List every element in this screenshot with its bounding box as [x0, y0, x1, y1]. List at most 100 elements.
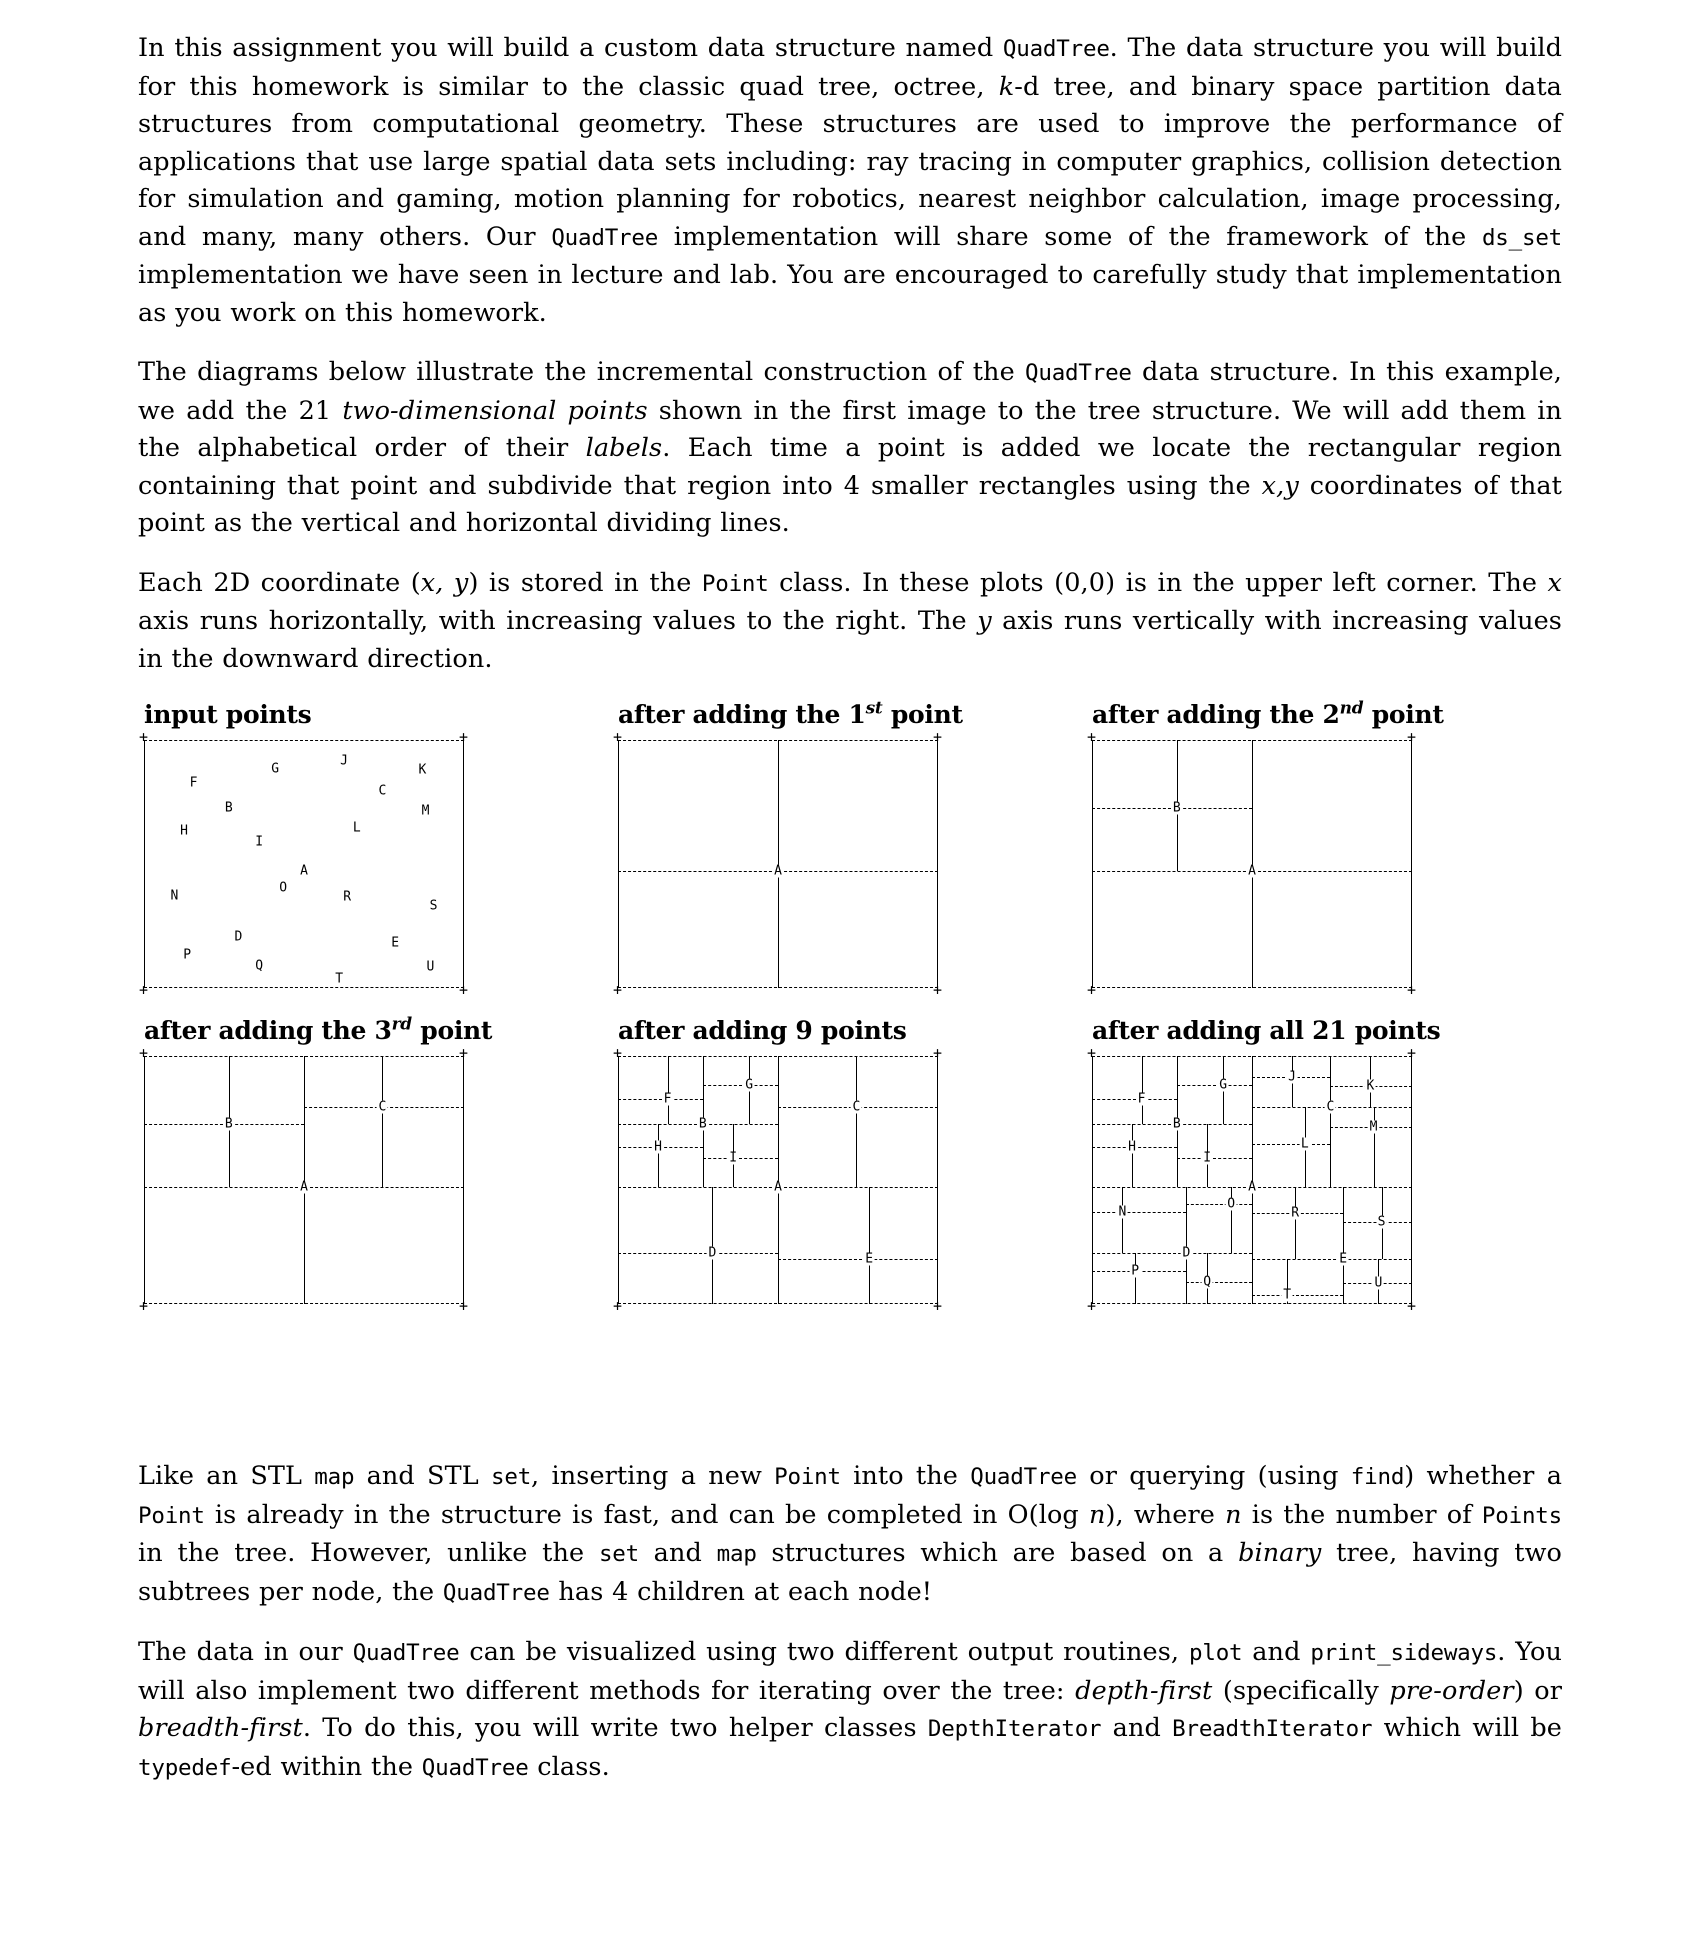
scatter-point-label-b: B — [223, 800, 234, 816]
plot-corner-tr: + — [459, 1044, 469, 1062]
quadtree-node-label-h: H — [652, 1139, 664, 1155]
scatter-point-label-f: F — [188, 775, 199, 791]
emphasis-span: k — [998, 71, 1015, 102]
quadtree-vertical-divider-f — [667, 1056, 669, 1125]
quadtree-node-label-b: B — [223, 1116, 235, 1132]
quadtree-horizontal-divider-n — [1092, 1212, 1187, 1214]
plot-frame-left — [618, 740, 619, 988]
figure-caption-input-points: input points — [144, 700, 312, 729]
paragraph-visualization: The data in our QuadTree can be visualiz… — [138, 1637, 1562, 1782]
emphasis-span: binary — [1238, 1538, 1322, 1568]
plot-frame-left — [144, 740, 145, 988]
quadtree-node-label-d: D — [1180, 1245, 1192, 1261]
scatter-point-label-m: M — [420, 803, 431, 819]
quadtree-node-label-h: H — [1126, 1139, 1138, 1155]
plot-corner-bl: + — [613, 1297, 623, 1315]
scatter-point-label-d: D — [233, 929, 244, 945]
quadtree-vertical-divider-h — [1132, 1124, 1133, 1188]
plot-corner-tr: + — [933, 1044, 943, 1062]
quadtree-horizontal-divider-g — [702, 1084, 778, 1086]
quadtree-node-label-e: E — [1337, 1251, 1349, 1267]
quadtree-node-label-m: M — [1368, 1119, 1380, 1135]
quadtree-horizontal-divider-g — [1176, 1084, 1252, 1086]
plot-corner-tr: + — [933, 728, 943, 746]
plot-corner-br: + — [459, 1297, 469, 1315]
caption-text-pre: after adding the 3 — [144, 1016, 392, 1045]
quadtree-node-label-n: N — [1116, 1204, 1128, 1220]
quadtree-node-label-f: F — [1136, 1091, 1148, 1107]
code-span: QuadTree — [442, 1579, 550, 1606]
quadtree-horizontal-divider-i — [702, 1157, 778, 1159]
quadtree-node-label-a: A — [1246, 1179, 1258, 1195]
figure-caption-after-9-points: after adding 9 points — [618, 1016, 907, 1045]
quadtree-vertical-divider-n — [1122, 1187, 1124, 1254]
scatter-point-label-e: E — [390, 935, 401, 951]
plot-frame-right — [463, 740, 464, 988]
scatter-point-label-p: P — [182, 947, 193, 963]
scatter-point-label-n: N — [169, 888, 180, 904]
emphasis-span: two-dimensional points — [342, 395, 648, 426]
emphasis-span: pre-order — [1389, 1675, 1514, 1706]
scatter-point-label-g: G — [270, 761, 281, 777]
quadtree-vertical-divider-e — [1343, 1187, 1345, 1304]
quadtree-horizontal-divider-l — [1252, 1144, 1331, 1146]
quadtree-horizontal-divider-q — [1186, 1281, 1252, 1283]
code-span: QuadTree — [421, 1754, 529, 1781]
plot-frame-right — [463, 1056, 464, 1304]
code-span: QuadTree — [1025, 360, 1132, 386]
plot-corner-bl: + — [1087, 981, 1097, 999]
quadtree-node-label-t: T — [1281, 1287, 1293, 1303]
code-span: Points — [1481, 1502, 1562, 1529]
code-span: map — [314, 1464, 355, 1490]
plot-input-points: + + + + A B C D E F G H I J K L M N O P Q R S T U — [139, 730, 468, 998]
plot-corner-bl: + — [139, 1297, 149, 1315]
quadtree-horizontal-divider-e — [1252, 1259, 1412, 1261]
quadtree-node-label-k: K — [1364, 1078, 1376, 1094]
plot-corner-tl: + — [1087, 728, 1097, 746]
code-span: QuadTree — [970, 1464, 1078, 1490]
figure-caption-after-1st-point: after adding the 1st point — [612, 700, 1086, 729]
figure-grid: input points + + + + A B C D E F G H I J K L M N O P Q R S… — [138, 700, 1562, 1314]
code-span: QuadTree — [352, 1640, 460, 1666]
quadtree-node-label-i: I — [727, 1150, 739, 1166]
emphasis-span: x — [1547, 567, 1562, 598]
code-span: Point — [774, 1464, 841, 1490]
plot-frame-left — [1092, 1056, 1093, 1304]
figure-after-3rd-point: after adding the 3rd point + + + + A B C — [138, 1016, 612, 1314]
plot-corner-tl: + — [139, 728, 149, 746]
plot-after-9-points: + + + + A B F G H I C D E — [613, 1046, 942, 1314]
quadtree-node-label-r: R — [1289, 1205, 1301, 1221]
plot-corner-br: + — [1407, 1297, 1417, 1315]
figure-caption-after-all-21-points: after adding all 21 points — [1092, 1016, 1441, 1045]
figure-caption-after-3rd-point: after adding the 3rd point — [138, 1016, 612, 1045]
paragraph-coordinates: Each 2D coordinate (x, y) is stored in t… — [138, 567, 1562, 674]
document-body-top: In this assignment you will build a cust… — [138, 30, 1562, 698]
plot-after-all-21-points: + + + + A B F G H I C J K L M D N O P Q E R S T U — [1087, 1046, 1416, 1314]
quadtree-node-label-b: B — [697, 1116, 709, 1132]
plot-frame-left — [144, 1056, 145, 1304]
plot-corner-tl: + — [613, 728, 623, 746]
figure-after-2nd-point: after adding the 2nd point + + + + A B — [1086, 700, 1560, 998]
plot-corner-tl: + — [613, 1044, 623, 1062]
code-span: ds_set — [1481, 224, 1563, 251]
code-span: print_sideways — [1310, 1640, 1498, 1666]
plot-frame-right — [937, 740, 938, 988]
document-body-bottom: Like an STL map and STL set, inserting a… — [138, 1458, 1562, 1809]
quadtree-node-label-g: G — [743, 1077, 755, 1093]
quadtree-horizontal-divider-t — [1252, 1295, 1344, 1297]
scatter-point-label-k: K — [417, 762, 428, 778]
emphasis-span: depth-first — [1075, 1675, 1213, 1706]
code-span: map — [716, 1541, 757, 1567]
emphasis-span: n — [1225, 1499, 1242, 1530]
quadtree-node-label-o: O — [1225, 1196, 1237, 1212]
scatter-point-label-t: T — [334, 971, 345, 987]
scatter-point-label-u: U — [425, 959, 436, 975]
quadtree-horizontal-divider-f — [1092, 1099, 1177, 1101]
plot-after-2nd-point: + + + + A B — [1087, 730, 1416, 998]
plot-corner-bl: + — [139, 981, 149, 999]
scatter-point-label-q: Q — [254, 958, 265, 974]
quadtree-vertical-divider-c — [382, 1056, 384, 1188]
plot-corner-br: + — [1407, 981, 1417, 999]
code-span: QuadTree — [1002, 36, 1110, 62]
quadtree-horizontal-divider-d — [618, 1253, 778, 1255]
